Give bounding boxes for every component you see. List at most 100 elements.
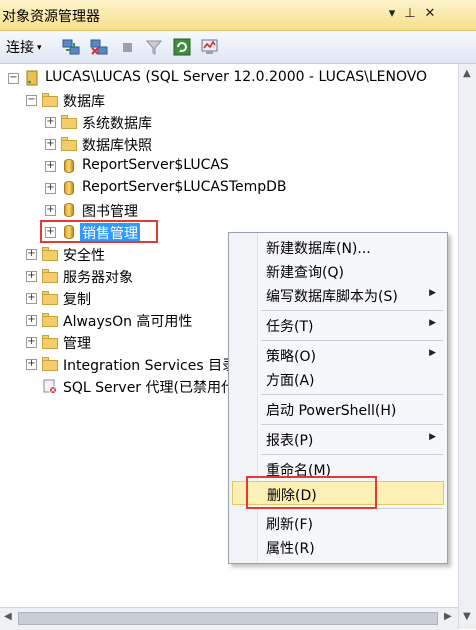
menu-item-start-powershell[interactable]: 启动 PowerShell(H)	[232, 397, 444, 421]
auto-hide-pin-icon[interactable]: ⊥	[402, 5, 418, 23]
refresh-icon[interactable]	[172, 37, 192, 57]
submenu-arrow-icon: ▶	[429, 348, 436, 358]
menu-separator	[261, 424, 443, 425]
menu-item-properties[interactable]: 属性(R)	[232, 535, 444, 559]
expand-icon[interactable]: +	[26, 315, 37, 326]
node-label: 安全性	[63, 248, 105, 264]
expand-icon[interactable]: +	[45, 161, 56, 172]
tree-node-sql-agent[interactable]: SQL Server 代理(已禁用代理 XP)	[0, 376, 228, 396]
server-icon	[26, 70, 38, 86]
server-label: LUCAS\LUCAS (SQL Server 12.0.2000 - LUCA…	[45, 69, 428, 85]
activity-monitor-icon[interactable]	[200, 37, 220, 57]
folder-icon	[61, 136, 77, 152]
folder-icon	[42, 356, 58, 372]
expand-icon[interactable]: +	[26, 359, 37, 370]
database-icon	[61, 180, 77, 196]
node-label: AlwaysOn 高可用性	[63, 314, 193, 330]
connect-server-icon[interactable]	[61, 37, 81, 57]
folder-icon	[42, 290, 58, 306]
annotation-highlight-delete	[246, 476, 377, 509]
collapse-icon[interactable]: −	[26, 95, 37, 106]
tree-node-reportserver-tempdb[interactable]: + ReportServer$LUCASTempDB	[0, 178, 300, 198]
menu-item-tasks[interactable]: 任务(T) ▶	[232, 313, 444, 337]
node-label: ReportServer$LUCAS	[82, 157, 229, 173]
submenu-arrow-icon: ▶	[429, 432, 436, 442]
expand-icon[interactable]: +	[45, 139, 56, 150]
expand-icon[interactable]: +	[45, 117, 56, 128]
scroll-left-icon[interactable]: ◀	[4, 611, 12, 622]
menu-item-label: 启动 PowerShell(H)	[266, 403, 397, 419]
horizontal-scrollbar[interactable]: ◀ ▶	[0, 607, 458, 630]
tree-node-server[interactable]: − LUCAS\LUCAS (SQL Server 12.0.2000 - LU…	[0, 68, 458, 88]
close-icon[interactable]: ✕	[422, 5, 438, 23]
folder-icon	[42, 268, 58, 284]
node-label: SQL Server 代理(已禁用代理 XP)	[63, 380, 228, 396]
menu-item-label: 新建数据库(N)...	[266, 241, 371, 257]
tree-node-system-databases[interactable]: + 系统数据库	[0, 112, 300, 132]
scroll-up-icon[interactable]: ▲	[463, 68, 471, 79]
node-label: Integration Services 目录	[63, 358, 228, 374]
filter-icon[interactable]	[144, 37, 164, 57]
node-label: 复制	[63, 292, 91, 308]
menu-separator	[261, 394, 443, 395]
folder-icon	[61, 114, 77, 130]
menu-separator	[261, 310, 443, 311]
menu-item-facets[interactable]: 方面(A)	[232, 367, 444, 391]
database-icon	[61, 202, 77, 218]
menu-item-script-database-as[interactable]: 编写数据库脚本为(S) ▶	[232, 283, 444, 307]
menu-item-label: 属性(R)	[266, 541, 315, 557]
tree-node-databases[interactable]: − 数据库	[0, 90, 300, 110]
tree-node-server-objects[interactable]: + 服务器对象	[0, 266, 220, 286]
stop-icon[interactable]	[117, 37, 137, 57]
vertical-scrollbar[interactable]: ▲ ▼	[458, 64, 476, 629]
disconnect-icon[interactable]	[89, 37, 109, 57]
tree-node-security[interactable]: + 安全性	[0, 244, 220, 264]
window-position-dropdown[interactable]: ▾	[384, 5, 400, 23]
tree-node-management[interactable]: + 管理	[0, 332, 220, 352]
menu-item-label: 刷新(F)	[266, 517, 313, 533]
submenu-arrow-icon: ▶	[429, 318, 436, 328]
menu-item-label: 新建查询(Q)	[266, 265, 344, 281]
menu-item-refresh[interactable]: 刷新(F)	[232, 511, 444, 535]
tree-node-book-management[interactable]: + 图书管理	[0, 200, 300, 220]
expand-icon[interactable]: +	[26, 249, 37, 260]
submenu-arrow-icon: ▶	[429, 288, 436, 298]
expand-icon[interactable]: +	[26, 337, 37, 348]
tree-node-database-snapshots[interactable]: + 数据库快照	[0, 134, 300, 154]
node-label: 系统数据库	[82, 116, 152, 132]
connect-button[interactable]: 连接 ▾	[6, 37, 42, 57]
node-label: ReportServer$LUCASTempDB	[82, 179, 287, 195]
folder-icon	[42, 92, 58, 108]
scroll-right-icon[interactable]: ▶	[444, 611, 452, 622]
menu-item-label: 策略(O)	[266, 349, 316, 365]
menu-item-label: 报表(P)	[266, 433, 314, 449]
expand-icon[interactable]: +	[45, 205, 56, 216]
menu-item-new-query[interactable]: 新建查询(Q)	[232, 259, 444, 283]
menu-item-label: 编写数据库脚本为(S)	[266, 289, 398, 305]
object-explorer-panel: 对象资源管理器 ▾ ⊥ ✕ 连接 ▾ − LUCAS\LUCAS (SQL Se…	[0, 0, 476, 630]
chevron-down-icon: ▾	[37, 43, 42, 53]
menu-item-reports[interactable]: 报表(P) ▶	[232, 427, 444, 451]
menu-item-new-database[interactable]: 新建数据库(N)...	[232, 235, 444, 259]
tree-node-replication[interactable]: + 复制	[0, 288, 220, 308]
scroll-down-icon[interactable]: ▼	[463, 611, 471, 622]
title-bar: 对象资源管理器 ▾ ⊥ ✕	[0, 0, 476, 31]
node-label: 数据库快照	[82, 138, 152, 154]
menu-item-policies[interactable]: 策略(O) ▶	[232, 343, 444, 367]
expand-icon[interactable]: +	[26, 271, 37, 282]
tree-node-integration-services[interactable]: + Integration Services 目录	[0, 354, 228, 374]
tree-node-alwayson[interactable]: + AlwaysOn 高可用性	[0, 310, 220, 330]
expand-icon[interactable]: +	[45, 183, 56, 194]
menu-item-label: 方面(A)	[266, 373, 315, 389]
scrollbar-thumb[interactable]	[18, 612, 438, 625]
tree-node-reportserver[interactable]: + ReportServer$LUCAS	[0, 156, 300, 176]
panel-title: 对象资源管理器	[2, 9, 100, 25]
connect-label: 连接	[6, 40, 34, 56]
expand-icon[interactable]: +	[26, 293, 37, 304]
node-label: 图书管理	[82, 204, 138, 220]
databases-label: 数据库	[63, 94, 105, 110]
menu-separator	[261, 340, 443, 341]
collapse-icon[interactable]: −	[8, 73, 19, 84]
menu-item-label: 任务(T)	[266, 319, 314, 335]
context-menu: 新建数据库(N)... 新建查询(Q) 编写数据库脚本为(S) ▶ 任务(T) …	[228, 232, 448, 564]
